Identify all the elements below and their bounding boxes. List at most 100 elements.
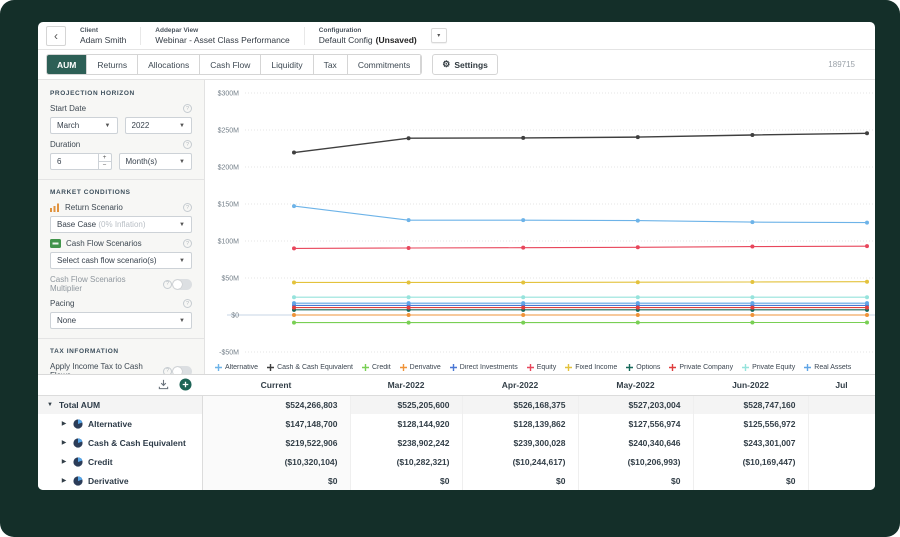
duration-value[interactable]: 6 xyxy=(51,154,98,169)
row-name-cell[interactable]: ▶Alternative xyxy=(38,414,202,433)
chevron-down-icon: ▼ xyxy=(179,258,185,264)
value-cell: $128,139,862 xyxy=(462,414,578,433)
value-cell xyxy=(808,471,875,490)
value-cell: $125,556,972 xyxy=(693,414,808,433)
data-point-equity xyxy=(865,244,869,248)
column-header-current: Current xyxy=(202,375,350,395)
config-dropdown-button[interactable]: ▾ xyxy=(431,28,447,43)
row-name-cell[interactable]: ▼Total AUM xyxy=(38,395,202,414)
expand-arrow-icon[interactable]: ▶ xyxy=(60,477,68,484)
y-axis-tick: $50M xyxy=(221,276,239,283)
multiplier-toggle[interactable] xyxy=(172,279,192,290)
return-scenario-select[interactable]: Base Case (0% Inflation) ▼ xyxy=(50,216,192,233)
value-cell: $243,301,007 xyxy=(693,433,808,452)
legend-item-equity[interactable]: Equity xyxy=(527,364,556,371)
data-point-equity xyxy=(521,246,525,250)
stepper-decrement-button[interactable]: − xyxy=(99,162,111,169)
chevron-down-icon: ▼ xyxy=(179,123,185,129)
row-name-cell[interactable]: ▶Derivative xyxy=(38,471,202,490)
help-icon[interactable]: ? xyxy=(183,239,192,248)
help-icon[interactable]: ? xyxy=(163,280,172,289)
aum-table: CurrentMar-2022Apr-2022May-2022Jun-2022J… xyxy=(38,374,875,490)
duration-stepper[interactable]: 6 + − xyxy=(50,153,112,170)
apply-income-tax-toggle[interactable] xyxy=(172,366,192,375)
cash-flow-scenarios-select[interactable]: Select cash flow scenario(s) ▼ xyxy=(50,252,192,269)
collapse-arrow-icon[interactable]: ▼ xyxy=(46,402,54,408)
duration-unit-select[interactable]: Month(s) ▼ xyxy=(119,153,193,170)
settings-label: Settings xyxy=(454,60,488,70)
legend-item-cash-cash-equivalent[interactable]: Cash & Cash Equivalent xyxy=(267,364,353,371)
expand-arrow-icon[interactable]: ▶ xyxy=(60,458,68,465)
main-content: PROJECTION HORIZON Start Date ? March ▼ … xyxy=(38,80,875,374)
value-cell: $527,203,004 xyxy=(578,395,693,414)
series-line-equity xyxy=(294,246,867,248)
tab-cash-flow[interactable]: Cash Flow xyxy=(200,55,261,74)
chevron-down-icon: ▼ xyxy=(179,159,185,165)
value-cell: ($10,206,993) xyxy=(578,452,693,471)
data-point-equity xyxy=(636,245,640,249)
back-button[interactable]: ‹ xyxy=(46,26,66,46)
legend-item-options[interactable]: Options xyxy=(626,364,660,371)
data-point-fixed-income xyxy=(636,280,640,284)
tab-aum[interactable]: AUM xyxy=(47,55,87,74)
value-cell: $239,300,028 xyxy=(462,433,578,452)
tab-liquidity[interactable]: Liquidity xyxy=(261,55,313,74)
legend-item-private-equity[interactable]: Private Equity xyxy=(742,364,795,371)
legend-item-direct-investments[interactable]: Direct Investments xyxy=(450,364,518,371)
data-point-real-assets xyxy=(865,301,869,305)
tab-commitments[interactable]: Commitments xyxy=(348,55,421,74)
help-icon[interactable]: ? xyxy=(183,299,192,308)
expand-arrow-icon[interactable]: ▶ xyxy=(60,439,68,446)
sidebar: PROJECTION HORIZON Start Date ? March ▼ … xyxy=(38,80,205,374)
table-row-derivative[interactable]: ▶Derivative$0$0$0$0$0 xyxy=(38,471,875,490)
tab-allocations[interactable]: Allocations xyxy=(138,55,200,74)
series-line-cash-cash-equivalent xyxy=(294,133,867,152)
pacing-select[interactable]: None ▼ xyxy=(50,312,192,329)
return-scenario-subtext: (0% Inflation) xyxy=(98,220,145,229)
legend-item-credit[interactable]: Credit xyxy=(362,364,391,371)
stepper-increment-button[interactable]: + xyxy=(99,154,111,162)
top-header-bar: ‹ Client Adam Smith Addepar View Webinar… xyxy=(38,22,875,50)
addepar-view-label: Addepar View xyxy=(155,27,289,34)
expand-arrow-icon[interactable]: ▶ xyxy=(60,420,68,427)
chart-legend: Alternative Cash & Cash Equivalent Credit D… xyxy=(215,364,875,371)
y-axis-tick: $0 xyxy=(231,313,239,320)
configuration-field: Configuration Default Config (Unsaved) xyxy=(313,27,423,45)
plus-marker-icon xyxy=(267,364,274,371)
data-point-credit xyxy=(292,321,296,325)
table-row-cash-cash-equivalent[interactable]: ▶Cash & Cash Equivalent$219,522,906$238,… xyxy=(38,433,875,452)
legend-item-derivative[interactable]: Derivative xyxy=(400,364,441,371)
row-name-cell[interactable]: ▶Cash & Cash Equivalent xyxy=(38,433,202,452)
plus-marker-icon xyxy=(527,364,534,371)
table-row-total-aum[interactable]: ▼Total AUM$524,266,803$525,205,600$526,1… xyxy=(38,395,875,414)
client-field: Client Adam Smith xyxy=(74,27,132,45)
table-row-credit[interactable]: ▶Credit($10,320,104)($10,282,321)($10,24… xyxy=(38,452,875,471)
data-point-fixed-income xyxy=(750,280,754,284)
plus-marker-icon xyxy=(565,364,572,371)
add-column-button[interactable] xyxy=(179,378,192,391)
value-cell xyxy=(808,433,875,452)
start-year-select[interactable]: 2022 ▼ xyxy=(125,117,193,134)
legend-item-private-company[interactable]: Private Company xyxy=(669,364,733,371)
multiplier-label: Cash Flow Scenarios Multiplier xyxy=(50,275,158,293)
help-icon[interactable]: ? xyxy=(183,140,192,149)
settings-button[interactable]: ⚙ Settings xyxy=(432,54,498,75)
row-name-cell[interactable]: ▶Credit xyxy=(38,452,202,471)
chevron-left-icon: ‹ xyxy=(54,29,58,43)
table-row-alternative[interactable]: ▶Alternative$147,148,700$128,144,920$128… xyxy=(38,414,875,433)
help-icon[interactable]: ? xyxy=(183,104,192,113)
legend-item-real-assets[interactable]: Real Assets xyxy=(804,364,851,371)
tab-tax[interactable]: Tax xyxy=(314,55,348,74)
start-date-label: Start Date xyxy=(50,104,86,113)
legend-item-alternative[interactable]: Alternative xyxy=(215,364,258,371)
help-icon[interactable]: ? xyxy=(163,367,172,375)
start-month-select[interactable]: March ▼ xyxy=(50,117,118,134)
data-point-derivative xyxy=(407,313,411,317)
y-axis-tick: $100M xyxy=(218,239,240,246)
value-cell xyxy=(808,395,875,414)
help-icon[interactable]: ? xyxy=(183,203,192,212)
legend-item-fixed-income[interactable]: Fixed Income xyxy=(565,364,617,371)
tab-returns[interactable]: Returns xyxy=(87,55,138,74)
data-point-cash-cash-equivalent xyxy=(407,136,411,140)
download-icon[interactable] xyxy=(158,379,169,390)
